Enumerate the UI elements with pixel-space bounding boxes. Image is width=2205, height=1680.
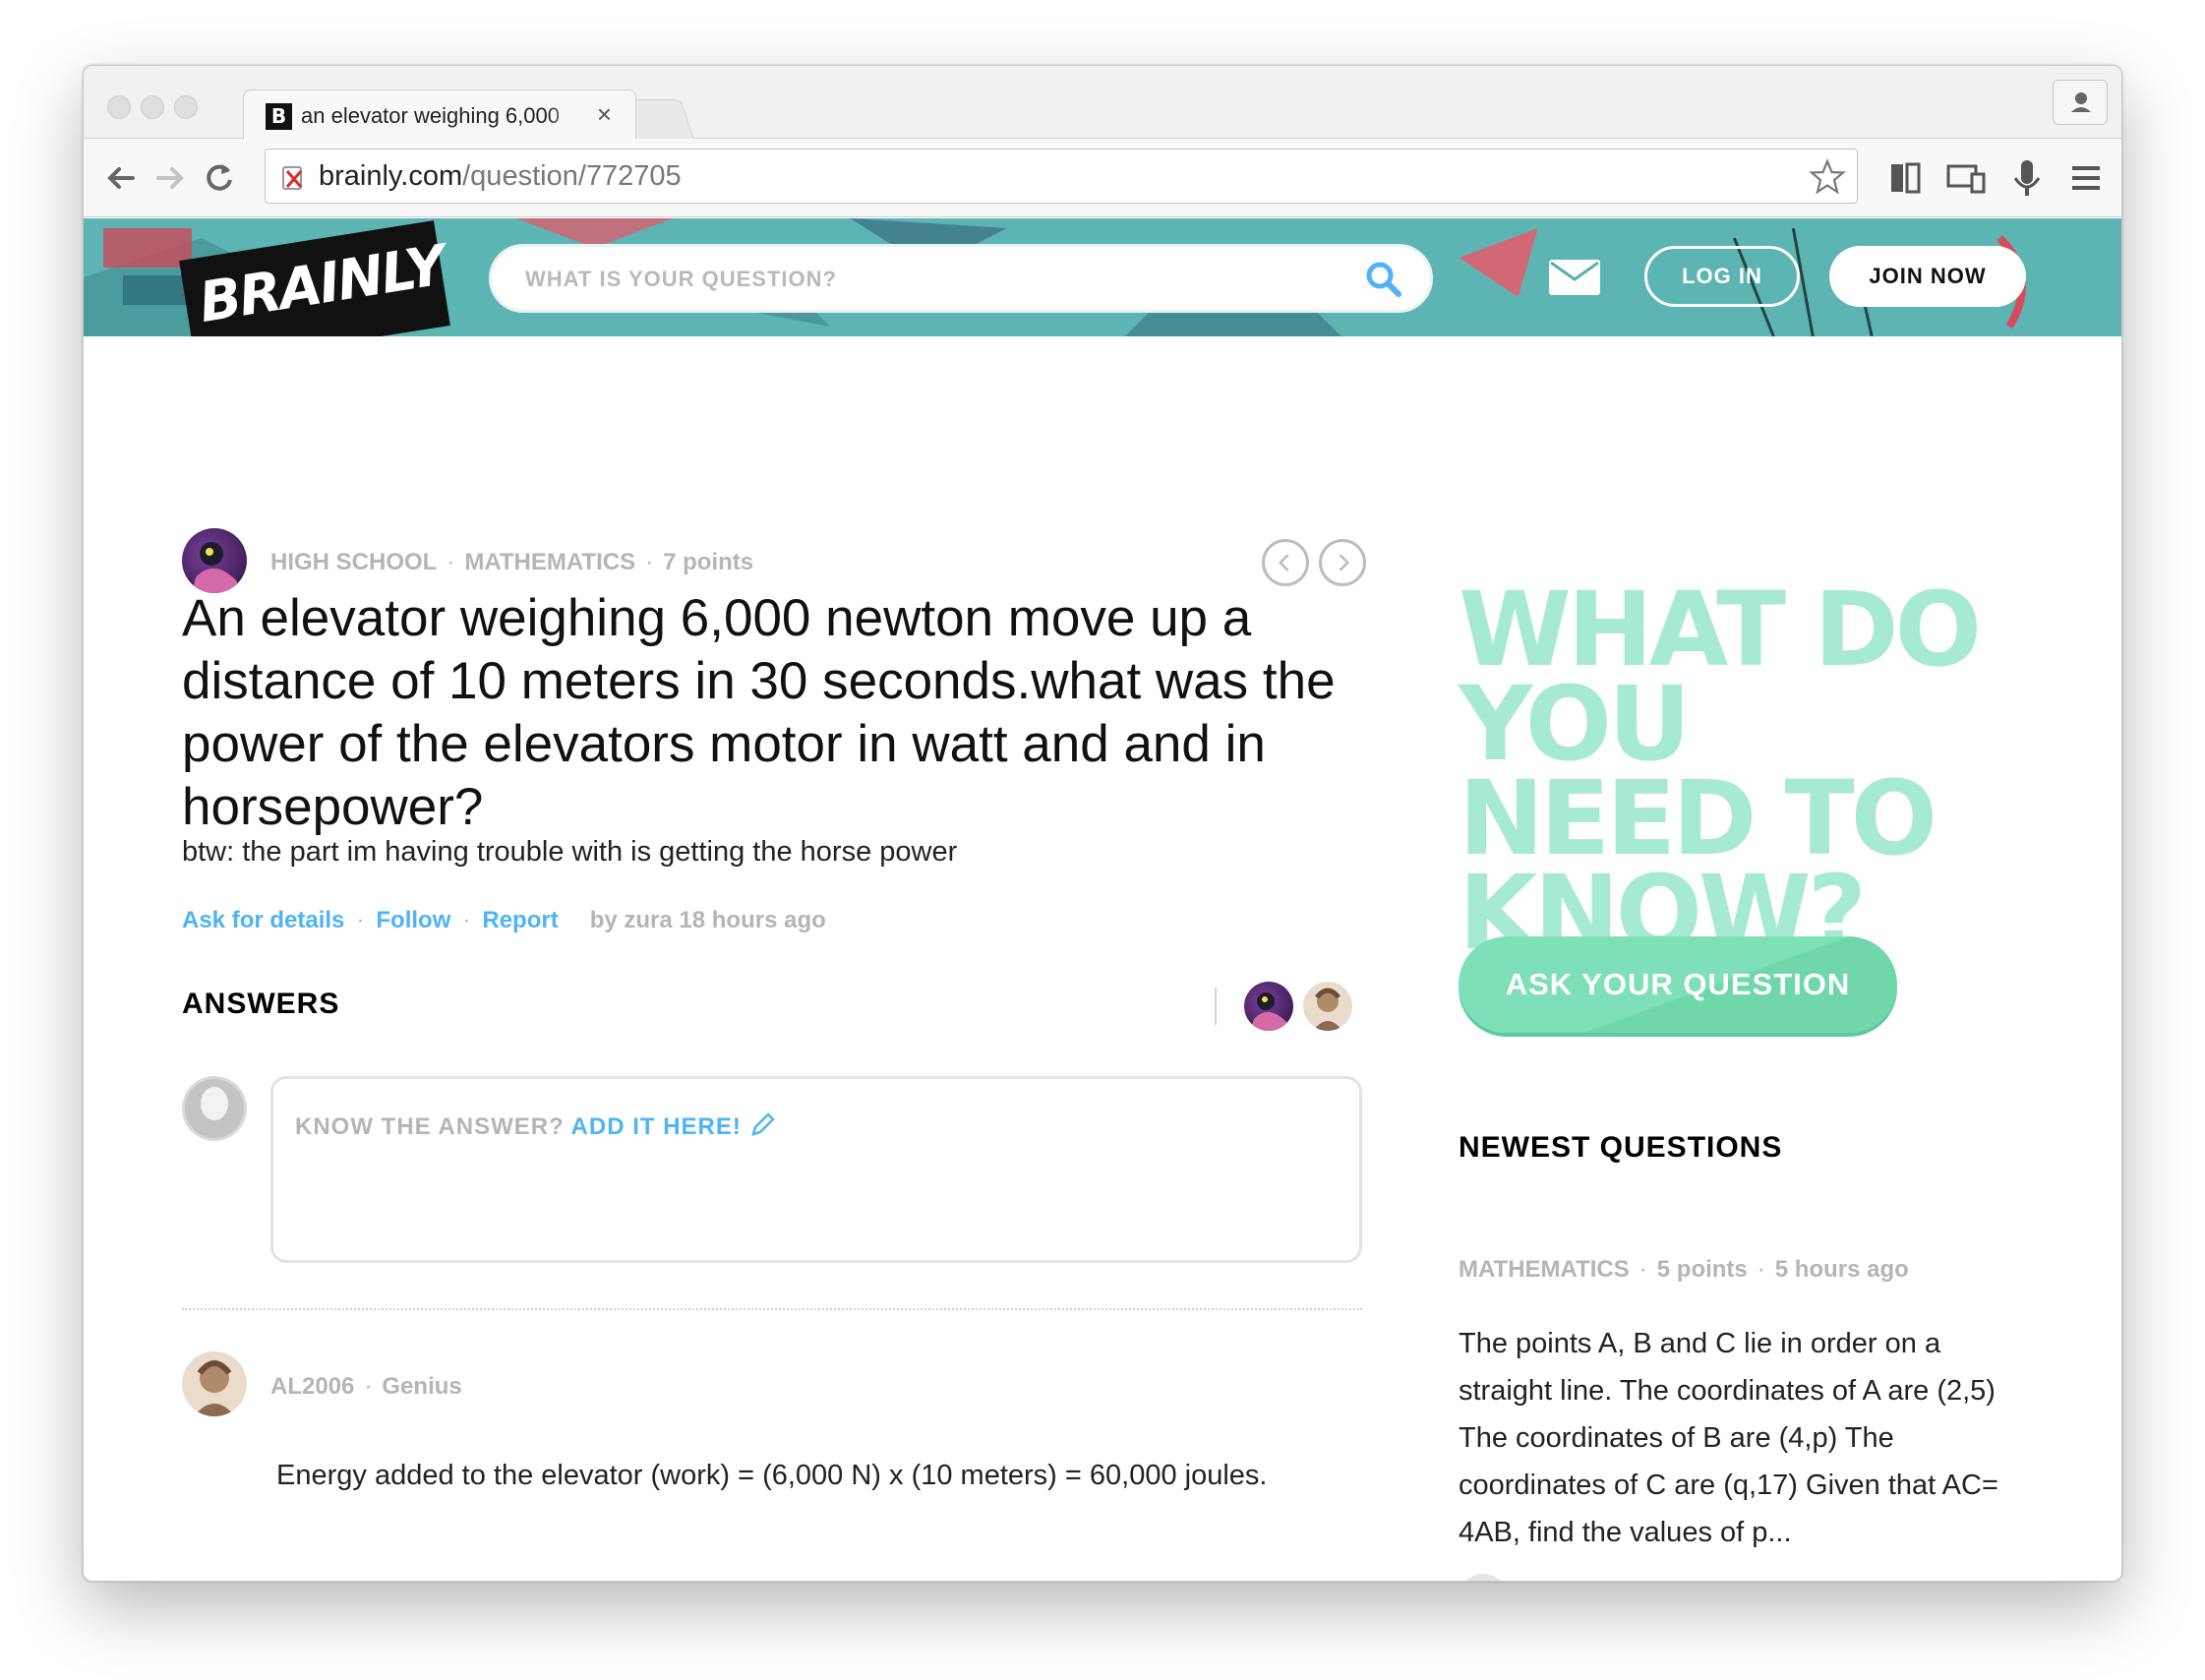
question-points: 7 points [663, 549, 754, 575]
answer-prompt-question: KNOW THE ANSWER? [295, 1113, 565, 1140]
answer-prompt[interactable]: KNOW THE ANSWER? ADD IT HERE! [295, 1110, 777, 1141]
answers-heading: ANSWERS [182, 988, 340, 1020]
answerer-avatar-image [194, 1360, 235, 1416]
profile-icon [2071, 92, 2091, 112]
join-now-button[interactable]: JOIN NOW [1829, 246, 2026, 307]
action-separator: · [356, 907, 365, 933]
participant-avatar-image [1313, 988, 1342, 1031]
search-input[interactable] [525, 267, 1332, 292]
tab-title: an elevator weighing 6,000 [301, 103, 586, 129]
participant-avatar-image [1250, 992, 1287, 1031]
question-actions: Ask for details · Follow · Report · by zura 18… [182, 907, 826, 934]
divider [1215, 988, 1217, 1025]
profile-button[interactable] [2053, 80, 2108, 125]
url-text[interactable]: brainly.com/question/772705 [319, 160, 682, 193]
ask-for-details-link[interactable]: Ask for details [182, 907, 344, 933]
favicon-icon: B [266, 103, 292, 130]
question-title: An elevator weighing 6,000 newton move u… [182, 589, 1336, 836]
insecure-icon [282, 166, 303, 190]
headline-line: YOU [1459, 664, 1691, 784]
participant-avatar[interactable] [1244, 982, 1293, 1031]
question-level[interactable]: HIGH SCHOOL [270, 549, 437, 575]
question-subject[interactable]: MATHEMATICS [464, 549, 635, 575]
newest-subject[interactable]: MATHEMATICS [1459, 1256, 1630, 1283]
pencil-icon [750, 1112, 775, 1136]
search-icon[interactable] [1363, 259, 1404, 300]
report-link[interactable]: Report [482, 907, 558, 933]
browser-tab[interactable]: B an elevator weighing 6,000 × [243, 90, 636, 140]
chevron-left-icon[interactable] [1262, 539, 1309, 586]
answer-text: Energy added to the elevator (work) = (6… [276, 1460, 1268, 1491]
newest-question-meta: MATHEMATICS · 5 points · 5 hours ago [1459, 1256, 1909, 1284]
meta-separator: · [447, 549, 455, 575]
newest-questions-heading: NEWEST QUESTIONS [1459, 1131, 1783, 1164]
user-placeholder-icon [185, 1079, 244, 1138]
asked-by-text: by zura 18 hours ago [589, 907, 826, 933]
microphone-icon[interactable] [2005, 156, 2049, 200]
answerer-rank: Genius [382, 1373, 462, 1400]
participant-avatar[interactable] [1303, 982, 1352, 1031]
follow-link[interactable]: Follow [376, 907, 450, 933]
answerer-name[interactable]: AL2006 [270, 1373, 354, 1400]
meta-separator: · [364, 1373, 373, 1400]
back-icon[interactable] [99, 156, 143, 200]
minimize-window-button[interactable] [141, 95, 164, 119]
headline-line: NEED TO [1459, 758, 1937, 878]
add-answer-link[interactable]: ADD IT HERE! [571, 1113, 742, 1140]
meta-separator: · [1757, 1256, 1765, 1283]
url-path: /question/772705 [462, 160, 682, 192]
tab-strip: B an elevator weighing 6,000 × [84, 66, 2121, 140]
star-icon[interactable] [1808, 157, 1847, 197]
newest-asker-avatar[interactable] [1459, 1574, 1508, 1582]
login-button[interactable]: LOG IN [1644, 246, 1800, 307]
user-placeholder-icon [1459, 1574, 1508, 1582]
my-avatar [182, 1076, 247, 1141]
sidebar-headline: WHAT DO YOU NEED TO KNOW? [1459, 570, 2068, 964]
address-bar[interactable]: brainly.com/question/772705 [265, 149, 1858, 204]
answerer-avatar[interactable] [182, 1351, 247, 1416]
answer-separator [182, 1308, 1362, 1310]
tab-close-icon[interactable]: × [597, 99, 612, 130]
question-details: btw: the part im having trouble with is … [182, 836, 958, 868]
browser-toolbar: brainly.com/question/772705 [84, 139, 2121, 217]
forward-icon[interactable] [149, 156, 192, 200]
meta-separator: · [645, 549, 654, 575]
browser-window: B an elevator weighing 6,000 × brainly.c… [83, 65, 2122, 1582]
newest-points: 5 points [1656, 1256, 1748, 1283]
menu-icon[interactable] [2064, 156, 2108, 200]
url-host: brainly.com [319, 160, 463, 192]
reload-icon[interactable] [198, 156, 241, 200]
reader-icon[interactable] [1883, 156, 1927, 200]
close-window-button[interactable] [107, 95, 131, 119]
asker-avatar-image [192, 542, 237, 593]
search-bar[interactable] [489, 244, 1433, 313]
asker-avatar[interactable] [182, 528, 247, 593]
ask-your-question-button[interactable]: ASK YOUR QUESTION [1459, 936, 1897, 1033]
page-content: BRAINLY LOG IN JOIN NOW [84, 218, 2121, 1582]
zoom-window-button[interactable] [174, 95, 198, 119]
newest-time: 5 hours ago [1774, 1256, 1909, 1283]
action-spacer: · [570, 907, 578, 933]
cast-icon[interactable] [1944, 156, 1988, 200]
answer-input-box[interactable]: KNOW THE ANSWER? ADD IT HERE! [270, 1076, 1362, 1263]
site-header: BRAINLY LOG IN JOIN NOW [84, 218, 2121, 336]
action-separator: · [462, 907, 471, 933]
mail-icon[interactable] [1549, 260, 1600, 295]
meta-separator: · [1639, 1256, 1647, 1283]
headline-line: WHAT DO [1459, 570, 1982, 690]
newest-question-text[interactable]: The points A, B and C lie in order on a … [1459, 1320, 2009, 1556]
answerer-info: AL2006 · Genius [270, 1373, 462, 1401]
chevron-right-icon[interactable] [1319, 539, 1366, 586]
question-meta: HIGH SCHOOL · MATHEMATICS · 7 points [270, 549, 753, 576]
